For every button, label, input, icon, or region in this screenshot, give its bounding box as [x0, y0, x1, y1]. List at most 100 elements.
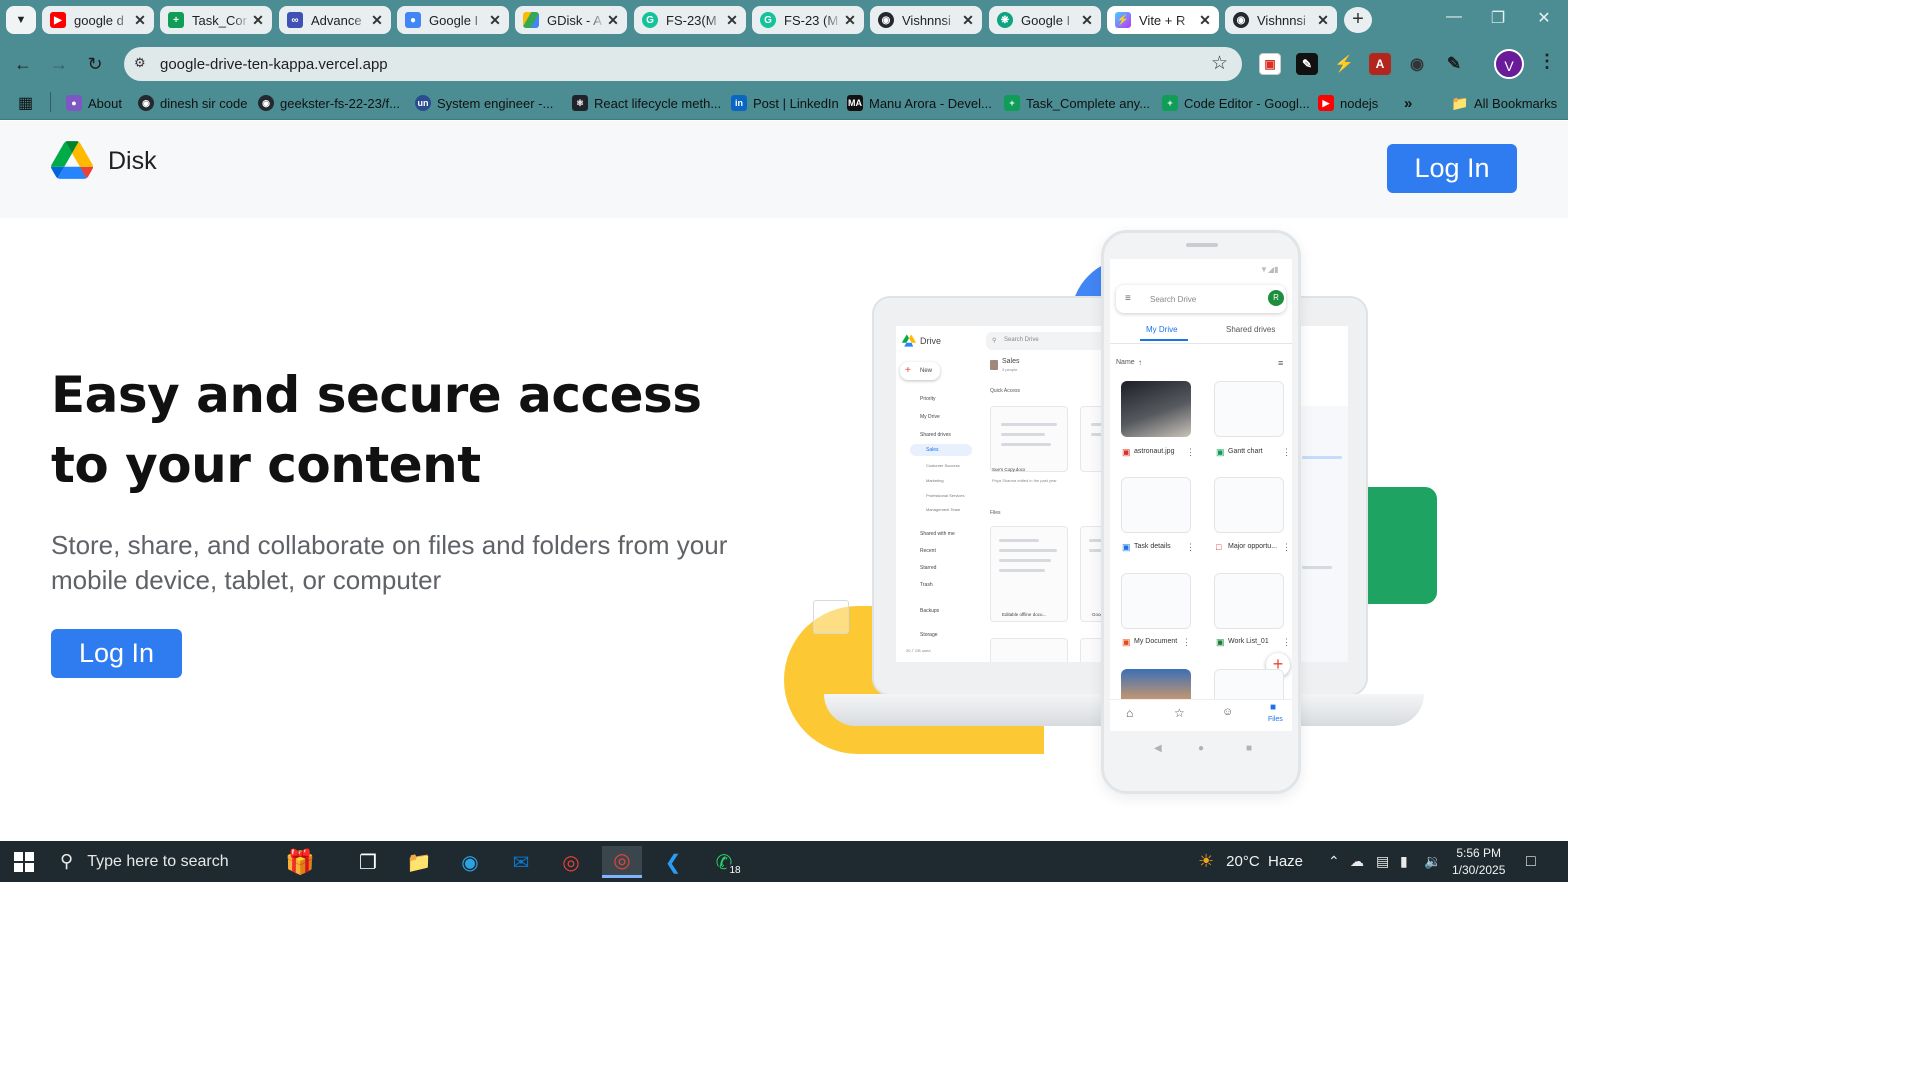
more-vert-icon: ⋮: [1282, 542, 1291, 552]
site-header: Disk Log In: [0, 121, 1568, 218]
minimize-icon[interactable]: —: [1434, 8, 1474, 26]
bookmark-item[interactable]: ◉ geekster-fs-22-23/f...: [258, 94, 400, 112]
close-tab-icon[interactable]: ✕: [605, 12, 621, 29]
youtube-icon: ▶: [1318, 95, 1334, 111]
taskbar-search[interactable]: ⚲ Type here to search: [50, 841, 256, 882]
battery-icon[interactable]: ▮: [1400, 853, 1408, 870]
profile-avatar[interactable]: V: [1494, 49, 1524, 79]
pdf-extension-icon[interactable]: A: [1369, 53, 1391, 75]
android-back-icon: ◀: [1154, 743, 1162, 754]
edge-icon[interactable]: ◉: [450, 846, 490, 878]
browser-tab[interactable]: ▶ google d ✕: [42, 6, 154, 34]
target-extension-icon[interactable]: ◉: [1406, 53, 1428, 75]
bookmark-item[interactable]: in Post | LinkedIn: [731, 94, 839, 112]
bookmark-item[interactable]: + Task_Complete any...: [1004, 94, 1150, 112]
close-tab-icon[interactable]: ✕: [1079, 12, 1095, 29]
back-button[interactable]: ←: [10, 52, 36, 78]
browser-tab[interactable]: + Task_Cor ✕: [160, 6, 272, 34]
outlook-icon[interactable]: ✉: [501, 846, 541, 878]
more-vert-icon: ⋮: [1186, 542, 1195, 552]
more-bookmarks-icon[interactable]: »: [1404, 94, 1412, 112]
mock-nav-item: Shared drives: [920, 432, 951, 438]
tab-title: Vite + R: [1139, 12, 1186, 28]
vscode-icon[interactable]: ❮: [653, 846, 693, 878]
all-bookmarks-button[interactable]: 📁 All Bookmarks: [1451, 94, 1558, 112]
bookmark-item[interactable]: MA Manu Arora - Devel...: [847, 94, 992, 112]
docs-file-icon: ▣: [1122, 542, 1131, 552]
browser-tab[interactable]: ● Google I ✕: [397, 6, 509, 34]
windows-start-icon[interactable]: [14, 852, 34, 872]
tray-chevron-icon[interactable]: ⌃: [1328, 853, 1340, 870]
browser-tab[interactable]: ❋ Google I ✕: [989, 6, 1101, 34]
close-tab-icon[interactable]: ✕: [250, 12, 266, 29]
browser-tab-active[interactable]: ⚡ Vite + R ✕: [1107, 6, 1219, 34]
close-tab-icon[interactable]: ✕: [960, 12, 976, 29]
linkedin-icon: in: [731, 95, 747, 111]
search-icon: ⚲: [60, 851, 74, 871]
photo-thumbnail: [1121, 381, 1191, 437]
close-tab-icon[interactable]: ✕: [1197, 12, 1213, 29]
bookmark-item[interactable]: ◉ dinesh sir code: [138, 94, 247, 112]
apps-grid-icon[interactable]: ▦: [18, 94, 33, 112]
drive-icon: [523, 12, 539, 28]
browser-tab[interactable]: GDisk - A ✕: [515, 6, 627, 34]
browser-tab[interactable]: ∞ Advance ✕: [279, 6, 391, 34]
close-tab-icon[interactable]: ✕: [724, 12, 740, 29]
bookmark-item[interactable]: un System engineer -...: [415, 94, 553, 112]
address-bar[interactable]: ⚙ google-drive-ten-kappa.vercel.app ☆: [124, 47, 1242, 81]
bookmark-label: dinesh sir code: [160, 95, 248, 111]
bookmark-item[interactable]: ⚛ React lifecycle meth...: [572, 94, 721, 112]
whatsapp-badge: 18: [726, 864, 744, 878]
task-view-icon[interactable]: ❐: [348, 846, 388, 878]
new-tab-button[interactable]: +: [1344, 7, 1372, 33]
taskbar: ⚲ Type here to search 🎁 ❐ 📁 ◉ ✉ ◎ ◎ ❮ ✆ …: [0, 841, 1568, 882]
header-login-button[interactable]: Log In: [1387, 144, 1517, 193]
reload-button[interactable]: ↻: [82, 52, 108, 78]
bookmark-item[interactable]: ● About: [66, 94, 122, 112]
volume-icon[interactable]: 🔉: [1424, 853, 1441, 870]
bookmark-item[interactable]: ▶ nodejs: [1318, 94, 1378, 112]
browser-tab[interactable]: ◉ Vishnnsi ✕: [870, 6, 982, 34]
notifications-icon[interactable]: □: [1526, 853, 1536, 871]
site-info-icon[interactable]: ⚙: [134, 55, 152, 73]
gift-widget-icon[interactable]: 🎁: [268, 846, 332, 878]
close-tab-icon[interactable]: ✕: [369, 12, 385, 29]
window-close-icon[interactable]: ✕: [1524, 8, 1564, 28]
color-picker-extension-icon[interactable]: ✎: [1296, 53, 1318, 75]
file-explorer-icon[interactable]: 📁: [399, 846, 439, 878]
whatsapp-icon[interactable]: ✆ 18: [704, 846, 744, 878]
mock-search-box: ⚲ Search Drive: [986, 332, 1116, 350]
bookmark-item[interactable]: + Code Editor - Googl...: [1162, 94, 1310, 112]
phone-sort-label: Name: [1116, 359, 1135, 366]
weather-widget[interactable]: ☀ 20°C Haze: [1198, 851, 1303, 872]
lightning-extension-icon[interactable]: ⚡: [1333, 53, 1355, 75]
browser-tab[interactable]: ◉ Vishnnsi ✕: [1225, 6, 1337, 34]
close-tab-icon[interactable]: ✕: [132, 12, 148, 29]
extensions-puzzle-icon[interactable]: ✎: [1443, 53, 1465, 75]
tab-search-button[interactable]: ▼: [6, 6, 36, 34]
address-url[interactable]: google-drive-ten-kappa.vercel.app: [160, 56, 388, 73]
sheets-icon: +: [1162, 95, 1178, 111]
bookmark-star-icon[interactable]: ☆: [1211, 52, 1228, 75]
close-tab-icon[interactable]: ✕: [1315, 12, 1331, 29]
onedrive-icon[interactable]: ☁: [1350, 853, 1364, 870]
forward-button[interactable]: →: [46, 52, 72, 78]
close-tab-icon[interactable]: ✕: [487, 12, 503, 29]
drive-logo-icon[interactable]: [51, 141, 93, 179]
chrome-icon[interactable]: ◎: [551, 846, 591, 878]
browser-tab[interactable]: G FS-23 (M ✕: [752, 6, 864, 34]
clock-date: 1/30/2025: [1452, 863, 1506, 877]
chrome-menu-icon[interactable]: ⋮: [1538, 51, 1556, 72]
system-clock[interactable]: 5:56 PM 1/30/2025: [1452, 845, 1505, 879]
mock-nav-item: Shared with me: [920, 531, 955, 537]
network-icon[interactable]: ▤: [1376, 853, 1389, 870]
all-bookmarks-label: All Bookmarks: [1474, 95, 1558, 111]
phone-file-name: Major opportu...: [1228, 543, 1278, 550]
hero-login-button[interactable]: Log In: [51, 629, 182, 678]
calendar-extension-icon[interactable]: ▣: [1259, 53, 1281, 75]
brand-name[interactable]: Disk: [108, 147, 157, 176]
restore-icon[interactable]: ❐: [1478, 8, 1518, 28]
chrome-profile-icon[interactable]: ◎: [602, 846, 642, 878]
browser-tab[interactable]: G FS-23(M ✕: [634, 6, 746, 34]
close-tab-icon[interactable]: ✕: [842, 12, 858, 29]
